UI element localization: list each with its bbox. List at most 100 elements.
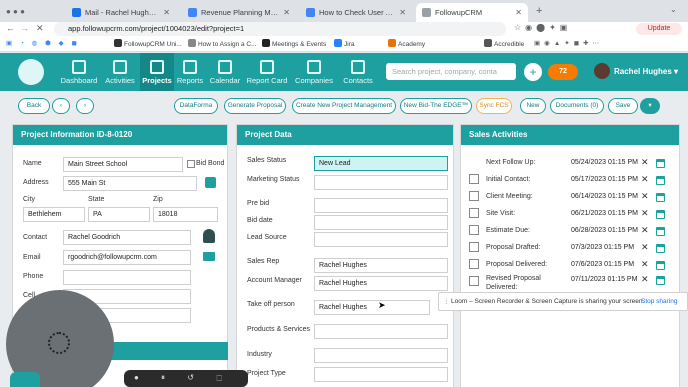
activity-date-field[interactable]: 06/14/2023 01:15 PM (569, 190, 641, 205)
browser-tab-howto[interactable]: How to Check User Activities ✕ (300, 3, 412, 22)
notifications-badge[interactable]: 72 (548, 64, 578, 80)
extensions-icons[interactable]: ☆◉⬤✦▣ (514, 23, 571, 32)
activity-date-field[interactable]: 05/17/2023 01:15 PM (569, 173, 641, 188)
forward-arrow-icon[interactable]: → (20, 23, 29, 33)
add-new-button[interactable]: + (524, 63, 542, 81)
clear-date-icon[interactable]: ✕ (641, 191, 649, 202)
bookmark-meetings[interactable]: Meetings & Events (262, 39, 326, 48)
close-tab-icon[interactable]: ✕ (515, 8, 522, 17)
dataforma-button[interactable]: DataForma (174, 98, 218, 114)
contact-field[interactable]: Rachel Goodrich (63, 230, 191, 245)
user-avatar[interactable] (594, 63, 610, 79)
take-off-field[interactable]: Rachel Hughes (314, 300, 430, 315)
tab-search-icon[interactable]: ⌄ (670, 5, 677, 14)
documents-button[interactable]: Documents (0) (550, 98, 604, 114)
activity-checkbox[interactable] (469, 191, 479, 201)
calendar-icon[interactable] (656, 159, 665, 168)
url-input[interactable]: app.followupcrm.com/project/1004023/edit… (54, 22, 506, 36)
account-manager-field[interactable]: Rachel Hughes (314, 276, 448, 291)
contact-person-icon[interactable] (203, 229, 215, 243)
calendar-icon[interactable] (656, 276, 665, 285)
calendar-icon[interactable] (656, 210, 665, 219)
back-arrow-icon[interactable]: ← (6, 23, 15, 33)
city-field[interactable]: Bethlehem (23, 207, 85, 222)
sync-fcs-button[interactable]: Sync FCS (476, 98, 512, 114)
activity-checkbox[interactable] (469, 208, 479, 218)
more-actions-button[interactable]: ▾ (640, 98, 660, 114)
activity-checkbox[interactable] (469, 259, 479, 269)
new-tab-icon[interactable]: + (536, 5, 542, 17)
map-icon[interactable] (205, 177, 216, 188)
create-pm-button[interactable]: Create New Project Management (292, 98, 396, 114)
clear-date-icon[interactable]: ✕ (641, 259, 649, 270)
stop-loading-icon[interactable]: ✕ (36, 23, 44, 34)
recording-controls-icons[interactable]: ● ⏸ ↺ ⬚ (134, 373, 232, 383)
state-field[interactable]: PA (88, 207, 150, 222)
save-button[interactable]: Save (608, 98, 638, 114)
next-follow-up-field[interactable]: 05/24/2023 01:15 PM (569, 156, 641, 171)
bid-bond-checkbox[interactable] (187, 160, 195, 168)
products-services-field[interactable] (314, 324, 448, 339)
back-button[interactable]: Back (18, 98, 50, 114)
drag-handle-icon[interactable]: ⋮ (443, 293, 450, 310)
generate-proposal-button[interactable]: Generate Proposal (224, 98, 286, 114)
user-menu[interactable]: Rachel Hughes ▾ (614, 67, 678, 76)
bookmark-jira[interactable]: Jira (334, 39, 354, 48)
activity-checkbox[interactable] (469, 174, 479, 184)
close-tab-icon[interactable]: ✕ (399, 8, 406, 17)
new-bid-edge-button[interactable]: New Bid-The EDGE™ (400, 98, 472, 114)
bookmark-more-icons[interactable]: ▣◉▲✦◼✚⋯ (534, 39, 603, 47)
phone-field[interactable] (63, 270, 191, 285)
bid-date-field[interactable] (314, 215, 448, 230)
bookmark-followupcrm[interactable]: FollowupCRM Uni... (114, 39, 182, 48)
zip-field[interactable]: 18018 (153, 207, 218, 222)
email-field[interactable]: rgoodrich@followupcrm.com (63, 250, 191, 265)
clear-date-icon[interactable]: ✕ (641, 274, 649, 285)
bookmark-assign[interactable]: How to Assign a C... (188, 39, 257, 48)
clear-date-icon[interactable]: ✕ (641, 174, 649, 185)
nav-dashboard[interactable]: Dashboard (58, 53, 100, 91)
recording-controls-bar[interactable]: ● ⏸ ↺ ⬚ (124, 370, 248, 387)
nav-activities[interactable]: Activities (100, 53, 140, 91)
new-button[interactable]: New (520, 98, 546, 114)
calendar-icon[interactable] (656, 227, 665, 236)
calendar-icon[interactable] (656, 261, 665, 270)
send-email-icon[interactable] (203, 252, 215, 261)
industry-field[interactable] (314, 348, 448, 363)
nav-contacts[interactable]: Contacts (336, 53, 380, 91)
close-tab-icon[interactable]: ✕ (163, 8, 170, 17)
activity-date-field[interactable]: 06/21/2023 01:15 PM (569, 207, 641, 222)
bookmark-academy[interactable]: Academy (388, 39, 425, 48)
clear-date-icon[interactable]: ✕ (641, 208, 649, 219)
prev-record-button[interactable]: ‹ (52, 98, 70, 114)
nav-reports[interactable]: Reports (174, 53, 206, 91)
followupcrm-logo[interactable] (18, 59, 44, 85)
sales-rep-field[interactable]: Rachel Hughes (314, 258, 448, 273)
lead-source-field[interactable] (314, 232, 448, 247)
activity-date-field[interactable]: 07/11/2023 01:15 PM (569, 273, 641, 288)
nav-projects[interactable]: Projects (140, 53, 174, 91)
activity-date-field[interactable]: 07/6/2023 01:15 PM (569, 258, 641, 273)
browser-tab-revenue[interactable]: Revenue Planning Mastermind ✕ (182, 3, 296, 22)
tab-bottom-icon[interactable] (10, 372, 40, 387)
browser-tab-mail[interactable]: Mail - Rachel Hughes - Outlook ✕ (66, 3, 176, 22)
activity-checkbox[interactable] (469, 225, 479, 235)
sales-status-field[interactable]: New Lead (314, 156, 448, 171)
browser-tab-followupcrm[interactable]: FollowupCRM ✕ (416, 3, 528, 22)
pre-bid-field[interactable] (314, 198, 448, 213)
nav-calendar[interactable]: Calendar (206, 53, 244, 91)
project-name-field[interactable]: Main Street School (63, 157, 183, 172)
stop-sharing-button[interactable]: Stop sharing (641, 293, 678, 310)
activity-date-field[interactable]: 07/3/2023 01:15 PM (569, 241, 641, 256)
bookmark-accredible[interactable]: Accredible (484, 39, 524, 48)
nav-companies[interactable]: Companies (292, 53, 336, 91)
activity-date-field[interactable]: 06/28/2023 01:15 PM (569, 224, 641, 239)
activity-checkbox[interactable] (469, 242, 479, 252)
next-record-button[interactable]: › (76, 98, 94, 114)
update-button[interactable]: Update (636, 23, 682, 35)
clear-date-icon[interactable]: ✕ (641, 225, 649, 236)
project-type-field[interactable] (314, 367, 448, 382)
calendar-icon[interactable] (656, 176, 665, 185)
activity-checkbox[interactable] (469, 276, 479, 286)
calendar-icon[interactable] (656, 193, 665, 202)
